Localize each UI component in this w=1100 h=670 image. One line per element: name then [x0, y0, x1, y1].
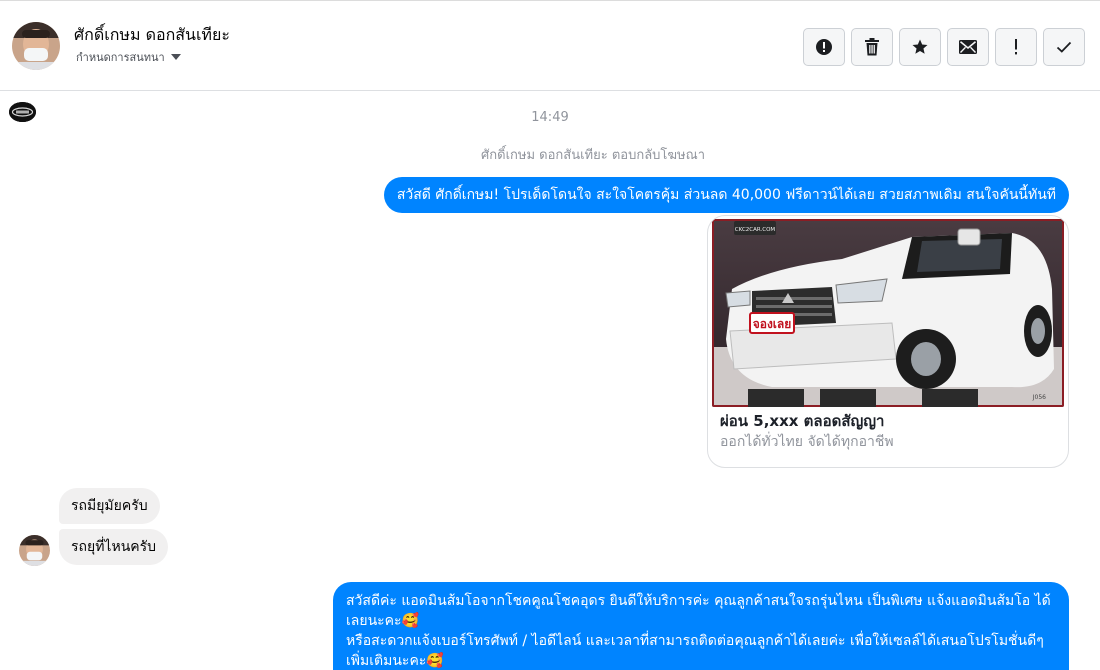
alert-icon [816, 39, 832, 55]
ad-card-image[interactable]: CKC2CAR.COM จองเลย J056 [712, 219, 1064, 407]
caret-down-icon [170, 54, 181, 60]
ad-card[interactable]: CKC2CAR.COM จองเลย J056 ผ่อน 5,xxx ตลอดส… [707, 215, 1069, 468]
star-icon [912, 39, 928, 54]
ad-card-image-banner: จองเลย [753, 317, 792, 331]
conversation-options-dropdown[interactable]: กำหนดการสนทนา [76, 48, 181, 66]
mark-done-button[interactable] [1043, 28, 1085, 66]
conversation-header: ศักดิ์เกษม ดอกสันเทียะ กำหนดการสนทนา [0, 0, 1100, 91]
message-line: หรือสะดวกแจ้งเบอร์โทรศัพท์ / ไอดีไลน์ แล… [346, 633, 1044, 669]
trash-icon [865, 38, 879, 56]
star-button[interactable] [899, 28, 941, 66]
header-actions [803, 28, 1085, 66]
conversation-options-label: กำหนดการสนทนา [76, 51, 165, 64]
spam-button[interactable] [995, 28, 1037, 66]
contact-name: ศักดิ์เกษม ดอกสันเทียะ [74, 25, 230, 44]
outgoing-message[interactable]: สวัสดี ศักดิ์เกษม! โปรเด็ดโดนใจ สะใจโคตร… [383, 177, 1069, 213]
ad-card-title: ผ่อน 5,xxx ตลอดสัญญา [720, 412, 885, 430]
exclamation-icon [1015, 39, 1017, 55]
incoming-message[interactable]: รถมียุมัยครับ [59, 488, 160, 524]
ad-reply-note: ศักดิ์เกษม ดอกสันเทียะ ตอบกลับโฆษณา [481, 148, 705, 163]
outgoing-message[interactable]: สวัสดีค่ะ แอดมินส้มโอจากโชคคูณโชคอุดร ยิ… [333, 582, 1069, 670]
ad-card-subtitle: ออกได้ทั่วไทย จัดได้ทุกอาชีพ [720, 434, 894, 450]
message-thread[interactable]: 14:49 ศักดิ์เกษม ดอกสันเทียะ ตอบกลับโฆษณ… [0, 92, 1100, 670]
ad-card-image-logo: CKC2CAR.COM [735, 227, 776, 233]
ad-card-image-code: J056 [1032, 394, 1046, 401]
envelope-icon [959, 40, 977, 54]
delete-button[interactable] [851, 28, 893, 66]
mark-unread-button[interactable] [947, 28, 989, 66]
sender-avatar[interactable] [19, 535, 50, 566]
checkmark-icon [1056, 41, 1072, 53]
contact-avatar[interactable] [12, 22, 60, 70]
message-timestamp: 14:49 [531, 110, 569, 125]
incoming-message[interactable]: รถยุที่ไหนครับ [59, 529, 169, 565]
report-button[interactable] [803, 28, 845, 66]
message-line: สวัสดีค่ะ แอดมินส้มโอจากโชคคูณโชคอุดร ยิ… [346, 593, 1051, 629]
